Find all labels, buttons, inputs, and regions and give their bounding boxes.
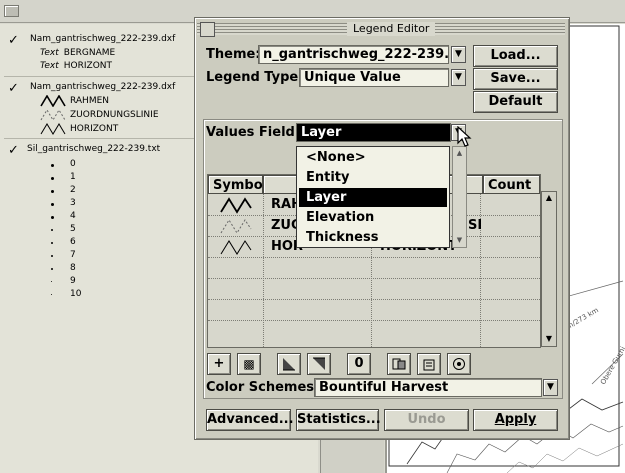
column-header-symbol[interactable]: Symbol	[208, 175, 267, 194]
window-menu-box[interactable]	[4, 5, 19, 17]
text-type-label: Text	[40, 48, 59, 58]
mouse-pointer-icon	[457, 126, 472, 147]
point-legend-label: 10	[70, 289, 82, 299]
dialog-title: Legend Editor	[347, 22, 436, 36]
line-legend-label: ZUORDNUNGSLINIE	[70, 110, 159, 120]
point-symbol-icon	[51, 216, 54, 219]
point-legend-label: 2	[70, 185, 76, 195]
statistics-button[interactable]: Statistics...	[296, 409, 381, 431]
copy-symbol-icon[interactable]	[387, 353, 411, 375]
paste-symbol-icon[interactable]	[417, 353, 441, 375]
dropdown-scrollbar[interactable]: ▲ ▼	[452, 146, 467, 248]
theme-name[interactable]: Nam_gantrischweg_222-239.dxf	[30, 34, 175, 44]
point-symbol-icon	[51, 229, 53, 231]
point-symbol-icon	[51, 242, 53, 244]
close-box[interactable]	[200, 22, 215, 37]
scroll-up-arrow-icon[interactable]: ▲	[543, 193, 555, 203]
label-cell[interactable]: SI	[468, 218, 482, 233]
point-legend-label: 8	[70, 263, 76, 273]
point-legend-label: 0	[70, 159, 76, 169]
theme-select[interactable]: n_gantrischweg_222-239.dxf	[258, 45, 449, 64]
point-legend-label: 7	[70, 250, 76, 260]
point-symbol-icon	[51, 164, 54, 167]
theme-label: Theme:	[206, 47, 261, 62]
undo-button[interactable]: Undo	[384, 409, 469, 431]
point-legend-label: 4	[70, 211, 76, 221]
grid-line	[480, 194, 481, 347]
theme-visible-checkbox[interactable]: ✓	[8, 34, 21, 47]
point-symbol-icon	[51, 294, 52, 295]
zero-button[interactable]: 0	[347, 353, 371, 375]
dropdown-option[interactable]: Elevation	[299, 208, 447, 227]
grid-line	[208, 299, 540, 300]
point-symbol-icon	[51, 281, 52, 282]
dropdown-option[interactable]: Entity	[299, 168, 447, 187]
point-legend-label: 6	[70, 237, 76, 247]
legend-type-dropdown-arrow-icon[interactable]: ▼	[451, 69, 466, 86]
color-schemes-dropdown-arrow-icon[interactable]: ▼	[543, 379, 558, 396]
grid-line	[208, 257, 540, 258]
scroll-down-arrow-icon[interactable]: ▼	[543, 334, 555, 344]
dropdown-option-selected[interactable]: Layer	[299, 188, 447, 207]
point-legend-label: 3	[70, 198, 76, 208]
point-legend-label: 9	[70, 276, 76, 286]
legend-type-select[interactable]: Unique Value	[299, 68, 449, 87]
grid-line	[208, 278, 540, 279]
theme-dropdown-arrow-icon[interactable]: ▼	[451, 46, 466, 63]
text-legend-value: HORIZONT	[63, 61, 113, 71]
point-symbol-icon	[51, 177, 54, 180]
theme-visible-checkbox[interactable]: ✓	[8, 144, 21, 157]
legend-table-scrollbar[interactable]: ▲ ▼	[541, 191, 557, 347]
point-legend-label: 5	[70, 224, 76, 234]
theme-visible-checkbox[interactable]: ✓	[8, 82, 21, 95]
text-legend-value: BERGNAME	[63, 48, 116, 58]
line-symbol-icon	[40, 123, 66, 135]
line-legend-label: HORIZONT	[70, 124, 119, 134]
line-symbol-icon	[40, 95, 66, 107]
dashed-line-symbol-icon	[40, 109, 66, 121]
sort-ascending-icon[interactable]	[277, 353, 301, 375]
legend-editor-dialog: Legend Editor Theme: n_gantrischweg_222-…	[194, 17, 570, 440]
values-field-label: Values Field:	[206, 125, 301, 140]
point-symbol-icon	[51, 255, 53, 257]
grid-line	[263, 194, 264, 347]
column-header-count[interactable]: Count	[483, 175, 540, 194]
dashed-line-symbol-icon[interactable]	[218, 217, 254, 235]
grid-line	[208, 320, 540, 321]
sort-descending-icon[interactable]	[307, 353, 331, 375]
color-schemes-label: Color Schemes:	[206, 380, 320, 395]
scroll-up-arrow-icon[interactable]: ▲	[453, 148, 466, 158]
values-field-dropdown-list[interactable]: <None> Entity Layer Elevation Thickness	[296, 146, 450, 248]
color-schemes-select[interactable]: Bountiful Harvest	[314, 378, 542, 397]
text-legend-row: Text HORIZONT	[40, 61, 112, 71]
apply-button[interactable]: Apply	[473, 409, 558, 431]
delete-class-button[interactable]: ▩	[237, 353, 261, 375]
dialog-title-bar[interactable]: Legend Editor	[197, 20, 565, 38]
point-symbol-icon	[51, 190, 54, 193]
line-legend-label: RAHMEN	[70, 96, 109, 106]
legend-type-label: Legend Type:	[206, 70, 304, 85]
add-class-button[interactable]: +	[207, 353, 231, 375]
save-button[interactable]: Save...	[473, 68, 558, 90]
text-legend-row: Text BERGNAME	[40, 48, 115, 58]
theme-name[interactable]: Sil_gantrischweg_222-239.txt	[27, 144, 160, 154]
point-legend-label: 1	[70, 172, 76, 182]
point-symbol-icon	[51, 203, 54, 206]
symbol-palette-icon[interactable]	[447, 353, 471, 375]
point-symbol-icon	[51, 268, 53, 270]
load-button[interactable]: Load...	[473, 45, 558, 67]
text-type-label: Text	[40, 61, 59, 71]
advanced-button[interactable]: Advanced...	[206, 409, 294, 431]
scroll-down-arrow-icon[interactable]: ▼	[453, 235, 466, 245]
line-symbol-icon[interactable]	[218, 238, 254, 256]
dropdown-option[interactable]: <None>	[299, 148, 447, 167]
theme-name[interactable]: Nam_gantrischweg_222-239.dxf	[30, 82, 175, 92]
default-button[interactable]: Default	[473, 91, 558, 113]
values-field-select[interactable]: Layer	[296, 123, 451, 142]
dropdown-option[interactable]: Thickness	[299, 228, 447, 247]
line-symbol-icon[interactable]	[218, 196, 254, 214]
